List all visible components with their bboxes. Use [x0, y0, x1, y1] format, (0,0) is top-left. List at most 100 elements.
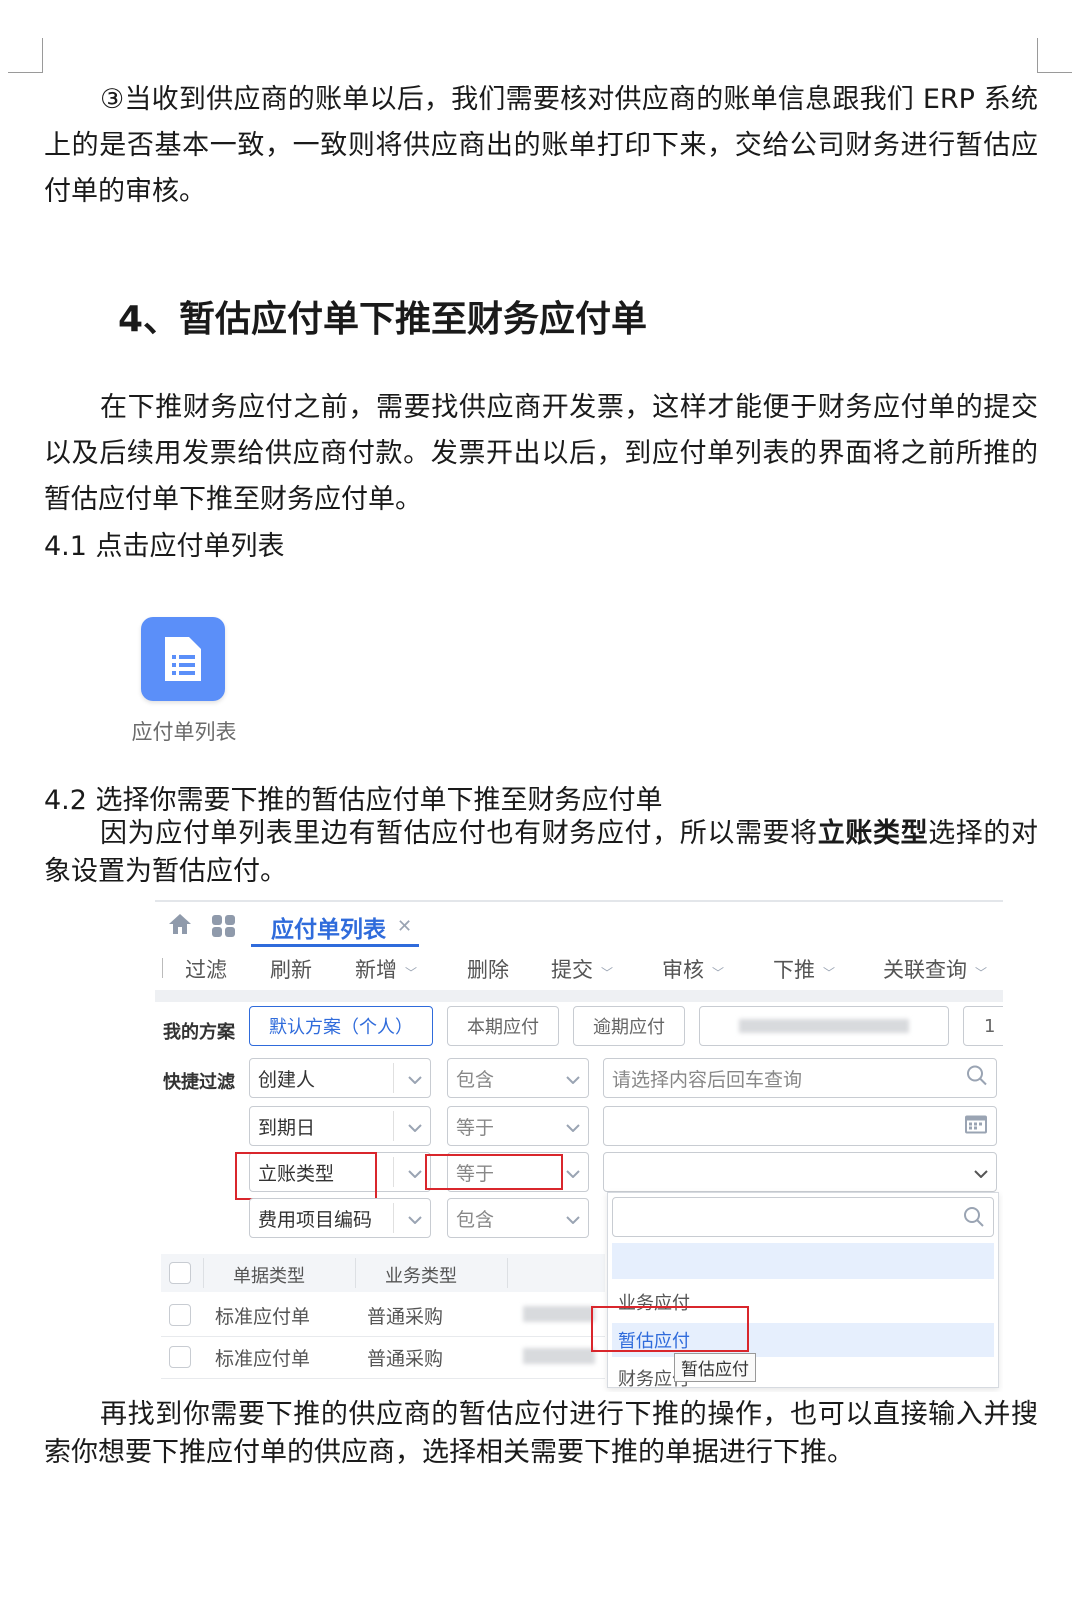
select-all-checkbox[interactable]: [169, 1262, 191, 1284]
scheme-default-button[interactable]: 默认方案（个人）: [249, 1006, 433, 1046]
calendar-icon[interactable]: [964, 1113, 988, 1140]
active-tab-indicator: [251, 944, 419, 947]
select-divider: [393, 1063, 394, 1093]
erp-screenshot: 应付单列表 ✕ 过滤 刷新 新增 ﹀ 删除 提交 ﹀ 审核 ﹀ 下推 ﹀ 关联查询 ﹀ 我…: [155, 900, 1003, 1392]
dropdown-option-empty[interactable]: [612, 1243, 994, 1279]
scheme-label: 我的方案: [163, 1022, 235, 1043]
chevron-down-icon: ﹀: [975, 966, 988, 980]
filter-field-expense-code-label: 费用项目编码: [258, 1208, 373, 1231]
close-icon[interactable]: ✕: [397, 916, 412, 937]
section-paragraph: 在下推财务应付之前，需要找供应商开发票，这样才能便于财务应付单的提交以及后续用发…: [44, 392, 1038, 515]
chevron-down-icon: [408, 1207, 422, 1229]
chevron-down-icon: [974, 1161, 988, 1183]
row-checkbox[interactable]: [169, 1304, 191, 1326]
audit-button-label: 审核: [662, 958, 704, 982]
refresh-button[interactable]: 刷新: [270, 954, 312, 984]
search-icon[interactable]: [963, 1206, 985, 1232]
related-query-button-label: 关联查询: [883, 958, 967, 982]
chevron-down-icon: [408, 1067, 422, 1089]
table-header: [161, 1254, 605, 1292]
option-tooltip: 暂估应付: [674, 1353, 756, 1382]
scheme-more-button[interactable]: 1: [963, 1006, 1003, 1046]
document-list-icon[interactable]: [141, 617, 225, 701]
scheme-redacted-button[interactable]: [699, 1006, 949, 1046]
filter-value-search-input[interactable]: 请选择内容后回车查询: [603, 1058, 997, 1098]
filter-op-label: 包含: [456, 1068, 495, 1091]
toolbar-divider: [162, 958, 163, 978]
delete-button[interactable]: 删除: [467, 954, 509, 984]
select-divider: [393, 1111, 394, 1141]
account-type-dropdown: 业务应付 暂估应付 财务应付 暂估应付: [607, 1192, 999, 1390]
scheme-overdue-button[interactable]: 逾期应付: [573, 1006, 685, 1046]
chevron-down-icon: [566, 1207, 580, 1229]
highlight-equals: [425, 1154, 563, 1190]
filter-value-account-type-select[interactable]: [603, 1152, 997, 1192]
search-icon[interactable]: [966, 1065, 988, 1092]
step-4-2-text-before: 因为应付单列表里边有暂估应付也有财务应付，所以需要将: [100, 818, 818, 849]
submit-button-label: 提交: [551, 958, 593, 982]
tab-payable-list[interactable]: 应付单列表: [271, 910, 386, 944]
scheme-current-period-button[interactable]: 本期应付: [447, 1006, 559, 1046]
filter-field-due-date[interactable]: 到期日: [249, 1106, 431, 1146]
page-corner-mark-right: [1037, 38, 1072, 73]
dropdown-search-input[interactable]: [612, 1197, 994, 1237]
highlight-estimated-payable: [591, 1306, 749, 1352]
intro-paragraph: ③当收到供应商的账单以后，我们需要核对供应商的账单信息跟我们 ERP 系统上的是…: [44, 84, 1038, 207]
chevron-down-icon: ﹀: [712, 966, 725, 980]
table-cell-biz-type: 普通采购: [367, 1306, 444, 1328]
push-down-button-label: 下推: [773, 958, 815, 982]
closing-paragraph: 再找到你需要下推的供应商的暂估应付进行下推的操作，也可以直接输入并搜索你想要下推…: [44, 1399, 1038, 1468]
filter-field-creator[interactable]: 创建人: [249, 1058, 431, 1098]
filter-field-due-date-label: 到期日: [258, 1116, 316, 1139]
column-header-doc-type[interactable]: 单据类型: [233, 1262, 305, 1288]
home-icon[interactable]: [167, 912, 193, 940]
chevron-down-icon: ﹀: [601, 966, 614, 980]
filter-op-label: 包含: [456, 1208, 495, 1231]
row-divider: [161, 1378, 605, 1379]
related-query-button[interactable]: 关联查询 ﹀: [883, 954, 987, 984]
table-cell-doc-type: 标准应付单: [215, 1306, 311, 1328]
new-button-label: 新增: [355, 958, 397, 982]
chevron-down-icon: [566, 1115, 580, 1137]
filter-op-contains-1[interactable]: 包含: [447, 1058, 589, 1098]
filter-op-label: 等于: [456, 1116, 495, 1139]
apps-grid-icon[interactable]: [211, 914, 237, 942]
row-checkbox[interactable]: [169, 1346, 191, 1368]
filter-value-date-input[interactable]: [603, 1106, 997, 1146]
step-4-1: 4.1 点击应付单列表: [44, 531, 285, 562]
filter-field-creator-label: 创建人: [258, 1068, 316, 1091]
column-divider: [507, 1258, 508, 1288]
quick-filter-label: 快捷过滤: [163, 1072, 235, 1093]
chevron-down-icon: [566, 1067, 580, 1089]
filter-field-expense-code[interactable]: 费用项目编码: [249, 1198, 431, 1238]
column-divider: [203, 1258, 204, 1288]
table-cell-biz-type: 普通采购: [367, 1348, 444, 1370]
redacted-cell: [523, 1306, 595, 1322]
column-divider: [355, 1258, 356, 1288]
app-icon-label: 应付单列表: [131, 720, 237, 744]
column-header-biz-type[interactable]: 业务类型: [385, 1262, 457, 1288]
table-cell-doc-type: 标准应付单: [215, 1348, 311, 1370]
new-button[interactable]: 新增 ﹀: [355, 954, 417, 984]
push-down-button[interactable]: 下推 ﹀: [773, 954, 835, 984]
filter-op-equals-1[interactable]: 等于: [447, 1106, 589, 1146]
chevron-down-icon: [408, 1115, 422, 1137]
submit-button[interactable]: 提交 ﹀: [551, 954, 613, 984]
toolbar-separator-band: [155, 990, 1003, 1002]
chevron-down-icon: [408, 1161, 422, 1183]
select-divider: [393, 1157, 394, 1187]
chevron-down-icon: ﹀: [405, 966, 418, 980]
step-4-2-text-bold: 立账类型: [817, 818, 929, 849]
filter-op-contains-2[interactable]: 包含: [447, 1198, 589, 1238]
filter-button[interactable]: 过滤: [185, 954, 227, 984]
highlight-account-type: [235, 1152, 377, 1200]
page-corner-mark-left: [8, 38, 43, 73]
chevron-down-icon: [566, 1161, 580, 1183]
redacted-cell: [523, 1348, 595, 1364]
audit-button[interactable]: 审核 ﹀: [662, 954, 724, 984]
row-divider: [161, 1336, 605, 1337]
filter-value-placeholder: 请选择内容后回车查询: [612, 1068, 803, 1091]
section-heading: 4、暂估应付单下推至财务应付单: [118, 299, 648, 340]
step-4-2-text: 因为应付单列表里边有暂估应付也有财务应付，所以需要将立账类型选择的对象设置为暂估…: [44, 815, 1038, 891]
redacted-text: [739, 1019, 909, 1033]
